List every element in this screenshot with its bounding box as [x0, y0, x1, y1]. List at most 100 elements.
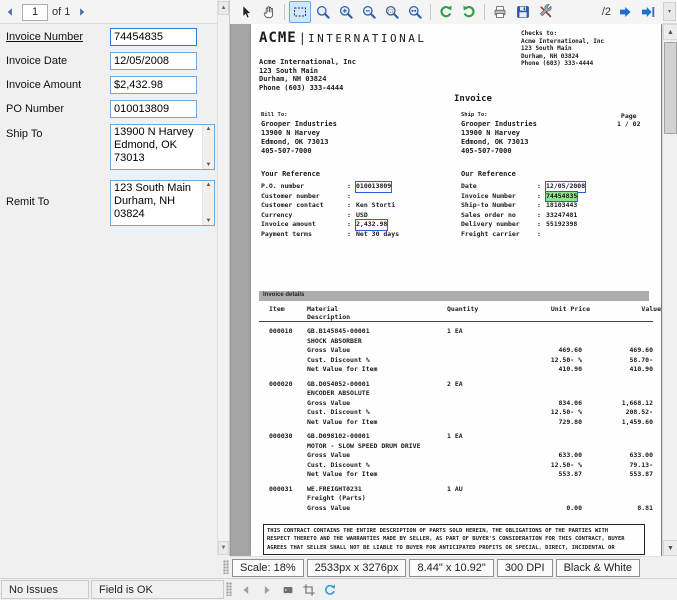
print-icon [492, 4, 508, 20]
col-quantity: Quantity [447, 305, 478, 313]
zoom-fit-button[interactable] [404, 1, 426, 23]
table-cell [259, 346, 307, 356]
magnifier-button[interactable] [312, 1, 334, 23]
prev-record-button[interactable] [2, 3, 18, 21]
splitter-grip[interactable] [226, 582, 232, 596]
field-highlight[interactable]: 2,432.98 [356, 220, 387, 230]
zoom-in-button[interactable] [335, 1, 357, 23]
zoom-fit-icon [407, 4, 423, 20]
toolbar-overflow-button[interactable]: ▾ [663, 2, 676, 21]
table-cell [447, 418, 492, 428]
next-record-button[interactable] [74, 3, 90, 21]
toolbar-separator [430, 4, 431, 20]
table-cell: MOTOR - SLOW SPEED DRUM DRIVE [307, 442, 447, 452]
zoom-in-icon [338, 4, 354, 20]
record-pager: 1 of 1 [2, 2, 90, 22]
scale-segment[interactable]: Scale: 18% [232, 559, 304, 577]
prev-arrow-icon [4, 6, 16, 18]
table-cell: 469.60 [492, 346, 582, 356]
table-cell: 000010 [259, 327, 307, 337]
scroll-up-icon[interactable]: ▲ [218, 1, 229, 15]
invoice-amount-input[interactable] [110, 76, 197, 94]
next-page-button[interactable] [614, 1, 636, 23]
splitter-grip[interactable] [223, 560, 229, 574]
ship-to-scrollbar[interactable]: ▲▼ [202, 125, 214, 169]
tools-button[interactable] [535, 1, 557, 23]
invoice-number-input[interactable] [110, 28, 197, 46]
record-number-box[interactable]: 1 [22, 4, 48, 21]
remit-to-scrollbar[interactable]: ▲▼ [202, 181, 214, 225]
scrollbar-thumb[interactable] [664, 42, 677, 134]
checks-to-lines: Acme International, Inc123 South MainDur… [521, 38, 604, 68]
scroll-down-icon[interactable]: ▼ [206, 162, 212, 168]
field-highlight[interactable]: 010013809 [356, 182, 391, 192]
last-page-icon [640, 4, 656, 20]
rotate-left-button[interactable] [435, 1, 457, 23]
table-cell: 0.00 [492, 504, 582, 514]
field-label-invoice-number: Invoice Number [6, 31, 83, 43]
scroll-up-icon[interactable]: ▲ [206, 182, 212, 188]
field-highlight[interactable]: 12/05/2008 [546, 182, 585, 192]
table-cell: ENCODER ABSOLUTE [307, 389, 447, 399]
invoice-date-input[interactable] [110, 52, 197, 70]
pixel-size-segment[interactable]: 2533px x 3276px [307, 559, 407, 577]
table-cell: Cust. Discount % [307, 356, 447, 366]
doc-text: Grooper Industries [261, 120, 337, 129]
invoice-page[interactable]: ACME | INTERNATIONAL Checks to: Acme Int… [251, 24, 661, 556]
back-button[interactable] [237, 581, 255, 599]
marquee-zoom-button[interactable] [289, 1, 311, 23]
select-cursor-button[interactable] [235, 1, 257, 23]
table-row: ENCODER ABSOLUTE [259, 389, 653, 399]
our-reference-title: Our Reference [461, 170, 585, 178]
ship-to-input[interactable]: 13900 N Harvey Edmond, OK 73013 [111, 125, 214, 169]
refresh-button[interactable] [321, 581, 339, 599]
table-cell [447, 408, 492, 418]
scroll-up-icon[interactable]: ▲ [206, 126, 212, 132]
scroll-down-icon[interactable]: ▼ [206, 218, 212, 224]
forward-button[interactable] [258, 581, 276, 599]
scroll-up-icon[interactable]: ▲ [663, 24, 677, 40]
tag-button[interactable] [279, 581, 297, 599]
table-cell: 208.52- [582, 408, 653, 418]
print-button[interactable] [489, 1, 511, 23]
dpi-segment[interactable]: 300 DPI [497, 559, 553, 577]
invoice-item: 000030GB.D098102-000011 EAMOTOR - SLOW S… [259, 432, 653, 480]
table-cell [259, 461, 307, 471]
pan-hand-button[interactable] [258, 1, 280, 23]
field-highlight[interactable]: 74454835 [546, 192, 577, 202]
remit-to-input[interactable]: 123 South Main Durham, NH 03824 [111, 181, 214, 225]
table-cell: 12.50- % [492, 408, 582, 418]
top-bar: 1 of 1 [0, 0, 677, 24]
inch-size-segment[interactable]: 8.44" x 10.92" [409, 559, 493, 577]
scroll-down-icon[interactable]: ▼ [663, 540, 677, 556]
table-cell: 834.06 [492, 399, 582, 409]
field-label-po-number: PO Number [6, 103, 64, 115]
table-cell: 1,459.60 [582, 418, 653, 428]
color-mode-segment[interactable]: Black & White [556, 559, 640, 577]
zoom-selection-icon [384, 4, 400, 20]
save-button[interactable] [512, 1, 534, 23]
your-reference-title: Your Reference [261, 170, 399, 178]
crop-button[interactable] [300, 581, 318, 599]
viewer-scrollbar[interactable]: ▲ ▼ [662, 24, 677, 556]
zoom-selection-button[interactable] [381, 1, 403, 23]
table-cell: 469.60 [582, 346, 653, 356]
document-viewer[interactable]: ACME | INTERNATIONAL Checks to: Acme Int… [230, 24, 662, 556]
doc-text: Durham, NH 03824 [259, 75, 356, 84]
po-number-input[interactable] [110, 100, 197, 118]
table-row: Cust. Discount %12.50- %79.13- [259, 461, 653, 471]
table-cell: Gross Value [307, 504, 447, 514]
ref-colon: : [347, 192, 356, 202]
index-panel-scrollbar[interactable]: ▲ ▼ [217, 0, 230, 556]
table-cell: 633.00 [582, 451, 653, 461]
table-cell [447, 451, 492, 461]
table-cell: 553.87 [582, 470, 653, 480]
table-cell [259, 442, 307, 452]
last-page-button[interactable] [637, 1, 659, 23]
scroll-down-icon[interactable]: ▼ [218, 541, 229, 555]
zoom-out-button[interactable] [358, 1, 380, 23]
page-info: Page 1 / 02 [617, 112, 640, 128]
table-cell: WE.FREIGHT0231 [307, 485, 447, 495]
ref-colon: : [537, 201, 546, 211]
rotate-right-button[interactable] [458, 1, 480, 23]
